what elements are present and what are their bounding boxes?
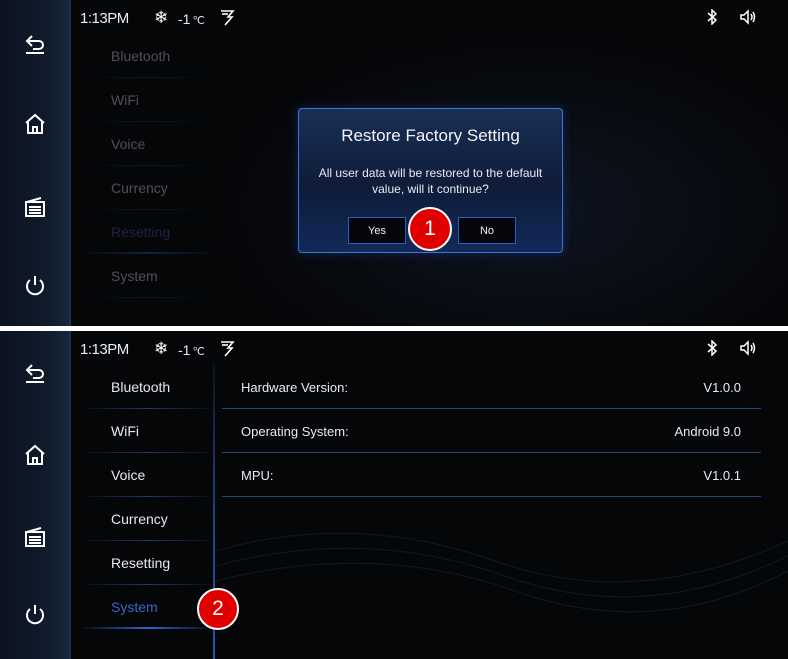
menu-item-label: Bluetooth — [111, 379, 171, 395]
menu-item-label: Voice — [111, 467, 146, 483]
back-icon — [25, 35, 44, 54]
menu-item-label: Resetting — [111, 224, 171, 240]
menu-item-system[interactable]: System — [83, 254, 214, 298]
info-value: Android 9.0 — [674, 423, 742, 439]
side-rail — [0, 0, 71, 326]
info-label: Operating System: — [241, 423, 349, 439]
home-button[interactable] — [0, 435, 69, 475]
radio-icon — [24, 527, 45, 547]
menu-item-wifi[interactable]: WiFi — [83, 78, 214, 122]
fan-icon — [221, 10, 235, 26]
home-button[interactable] — [0, 104, 69, 144]
menu-item-label: Resetting — [111, 555, 171, 571]
background-wave — [215, 532, 788, 613]
info-row-mpu: MPU: V1.0.1 — [222, 453, 761, 497]
bluetooth-icon — [707, 340, 718, 356]
menu-item-currency[interactable]: Currency — [83, 497, 214, 541]
menu-item-wifi[interactable]: WiFi — [83, 409, 214, 453]
power-icon — [25, 605, 44, 625]
menu-item-label: Currency — [111, 180, 168, 196]
screen-system-info: 1:13PM ❄ -1 ℃ Bluetooth WiFi Voice Curren… — [0, 331, 788, 659]
volume-icon — [740, 340, 756, 356]
info-row-hardware-version: Hardware Version: V1.0.0 — [222, 365, 761, 409]
menu-item-label: WiFi — [111, 423, 139, 439]
menu-item-bluetooth[interactable]: Bluetooth — [83, 34, 214, 78]
info-value: V1.0.0 — [703, 379, 741, 395]
snowflake-icon: ❄ — [154, 8, 169, 27]
menu-item-resetting[interactable]: Resetting — [83, 541, 214, 585]
radio-icon — [24, 197, 45, 217]
menu-item-label: WiFi — [111, 92, 139, 108]
menu-item-voice[interactable]: Voice — [83, 122, 214, 166]
power-button[interactable] — [0, 266, 69, 306]
status-bar: 1:13PM ❄ -1 ℃ — [71, 0, 788, 34]
status-bar: 1:13PM ❄ -1 ℃ — [71, 331, 788, 365]
power-button[interactable] — [0, 595, 69, 635]
fan-icon — [221, 341, 235, 357]
radio-button[interactable] — [0, 187, 69, 227]
temperature: -1 ℃ — [178, 342, 205, 358]
back-button[interactable] — [0, 353, 69, 393]
home-icon — [24, 113, 45, 134]
menu-item-label: Bluetooth — [111, 48, 171, 64]
menu-item-system[interactable]: System — [83, 585, 214, 629]
menu-item-label: System — [111, 599, 158, 615]
settings-menu: Bluetooth WiFi Voice Currency Resetting … — [83, 34, 214, 298]
info-value: V1.0.1 — [703, 467, 741, 483]
back-icon — [25, 364, 44, 383]
home-icon — [24, 444, 45, 465]
info-label: MPU: — [241, 467, 274, 483]
volume-icon — [740, 9, 756, 25]
side-rail — [0, 331, 71, 659]
menu-item-label: System — [111, 268, 158, 284]
yes-button[interactable]: Yes — [348, 217, 406, 244]
menu-item-label: Currency — [111, 511, 168, 527]
clock: 1:13PM — [80, 10, 129, 27]
back-button[interactable] — [0, 24, 69, 64]
clock: 1:13PM — [80, 341, 129, 358]
radio-button[interactable] — [0, 517, 69, 557]
menu-item-currency[interactable]: Currency — [83, 166, 214, 210]
snowflake-icon: ❄ — [154, 339, 169, 358]
step-callout-1: 1 — [408, 207, 452, 251]
system-info-list: Hardware Version: V1.0.0 Operating Syste… — [222, 365, 761, 497]
dialog-title: Restore Factory Setting — [341, 126, 520, 145]
power-icon — [25, 276, 44, 296]
menu-item-voice[interactable]: Voice — [83, 453, 214, 497]
no-button[interactable]: No — [458, 217, 516, 244]
temperature: -1 ℃ — [178, 11, 205, 27]
menu-item-bluetooth[interactable]: Bluetooth — [83, 365, 214, 409]
info-row-operating-system: Operating System: Android 9.0 — [222, 409, 761, 453]
bluetooth-icon — [707, 9, 718, 25]
menu-item-resetting[interactable]: Resetting — [83, 210, 214, 254]
screen-reset-dialog: 1:13PM ❄ -1 ℃ Bluetooth WiFi Voice Curren… — [0, 0, 788, 326]
menu-item-label: Voice — [111, 136, 146, 152]
info-label: Hardware Version: — [241, 379, 348, 395]
step-callout-2: 2 — [197, 588, 239, 630]
settings-menu: Bluetooth WiFi Voice Currency Resetting … — [83, 365, 214, 629]
dialog-message: All user data will be restored to the de… — [318, 166, 543, 196]
